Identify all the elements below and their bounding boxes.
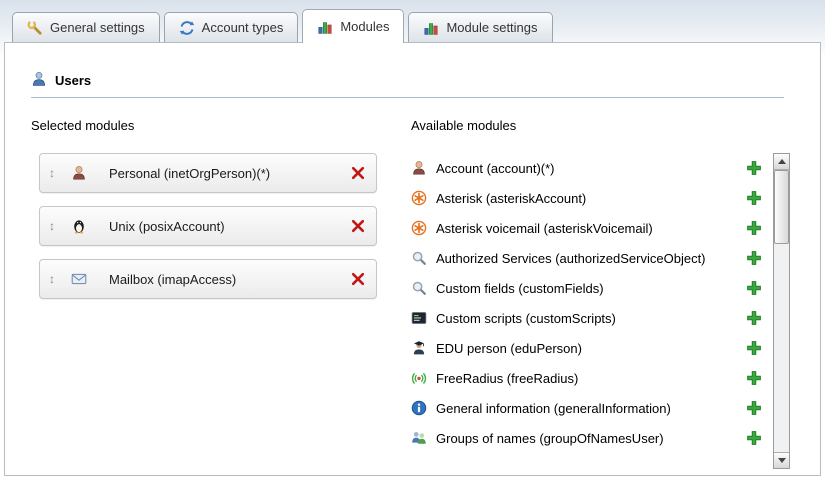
selected-module-row[interactable]: ↕ Unix (posixAccount): [39, 206, 377, 246]
add-module-button[interactable]: [746, 430, 762, 446]
available-module-label: General information (generalInformation): [436, 401, 671, 416]
mail-icon: [71, 271, 87, 287]
modules-panel: Users Selected modules ↕ Personal (inetO…: [4, 42, 821, 476]
available-module-label: Authorized Services (authorizedServiceOb…: [436, 251, 706, 266]
available-module-row: FreeRadius (freeRadius): [411, 363, 765, 393]
available-module-label: Custom scripts (customScripts): [436, 311, 616, 326]
magnifier-icon: [411, 280, 427, 296]
magnifier-icon: [411, 250, 427, 266]
add-module-button[interactable]: [746, 160, 762, 176]
add-module-button[interactable]: [746, 250, 762, 266]
modules-columns: Selected modules ↕ Personal (inetOrgPers…: [31, 118, 790, 469]
add-module-button[interactable]: [746, 340, 762, 356]
available-module-label: Custom fields (customFields): [436, 281, 604, 296]
terminal-icon: [411, 310, 427, 326]
available-module-label: Account (account)(*): [436, 161, 555, 176]
penguin-icon: [71, 218, 87, 234]
section-title: Users: [55, 73, 91, 88]
available-module-label: FreeRadius (freeRadius): [436, 371, 578, 386]
chart-icon: [317, 19, 333, 35]
refresh-icon: [179, 20, 195, 36]
remove-module-button[interactable]: [350, 218, 366, 234]
available-modules-column: Available modules Account (account)(*) A…: [411, 118, 790, 469]
wrench-icon: [27, 20, 43, 36]
selected-modules-heading: Selected modules: [31, 118, 383, 133]
tab-label: Modules: [340, 19, 389, 34]
available-module-row: Custom fields (customFields): [411, 273, 765, 303]
selected-module-label: Personal (inetOrgPerson)(*): [109, 166, 350, 181]
available-module-row: Asterisk voicemail (asteriskVoicemail): [411, 213, 765, 243]
scrollbar-track[interactable]: [774, 170, 789, 452]
info-icon: [411, 400, 427, 416]
selected-modules-list: ↕ Personal (inetOrgPerson)(*) ↕ Unix (po…: [31, 153, 383, 299]
selected-module-row[interactable]: ↕ Mailbox (imapAccess): [39, 259, 377, 299]
users-icon: [31, 71, 47, 90]
add-module-button[interactable]: [746, 400, 762, 416]
account-type-section-header: Users: [31, 71, 784, 98]
tab-label: Module settings: [446, 20, 537, 35]
tab-module-settings[interactable]: Module settings: [408, 12, 552, 42]
available-module-label: Asterisk (asteriskAccount): [436, 191, 586, 206]
asterisk-icon: [411, 190, 427, 206]
triangle-down-icon: [778, 458, 786, 463]
edu-person-icon: [411, 340, 427, 356]
tab-modules[interactable]: Modules: [302, 9, 404, 43]
scrollbar-thumb[interactable]: [774, 170, 789, 244]
radius-icon: [411, 370, 427, 386]
add-module-button[interactable]: [746, 310, 762, 326]
available-modules-heading: Available modules: [411, 118, 790, 133]
user-icon: [411, 160, 427, 176]
scroll-down-button[interactable]: [774, 452, 789, 468]
available-modules-area: Account (account)(*) Asterisk (asteriskA…: [411, 153, 790, 469]
add-module-button[interactable]: [746, 280, 762, 296]
chart-icon: [423, 20, 439, 36]
selected-module-row[interactable]: ↕ Personal (inetOrgPerson)(*): [39, 153, 377, 193]
drag-handle-icon[interactable]: ↕: [49, 272, 62, 286]
available-module-row: Groups of names (groupOfNamesUser): [411, 423, 765, 453]
drag-handle-icon[interactable]: ↕: [49, 166, 62, 180]
available-module-row: EDU person (eduPerson): [411, 333, 765, 363]
user-icon: [71, 165, 87, 181]
scroll-up-button[interactable]: [774, 154, 789, 170]
tab-label: General settings: [50, 20, 145, 35]
remove-module-button[interactable]: [350, 165, 366, 181]
tab-general-settings[interactable]: General settings: [12, 12, 160, 42]
add-module-button[interactable]: [746, 190, 762, 206]
selected-module-label: Unix (posixAccount): [109, 219, 350, 234]
add-module-button[interactable]: [746, 370, 762, 386]
lam-configuration-page: General settings Account types Modules M…: [0, 0, 825, 476]
add-module-button[interactable]: [746, 220, 762, 236]
available-modules-list: Account (account)(*) Asterisk (asteriskA…: [411, 153, 765, 453]
asterisk-icon: [411, 220, 427, 236]
available-module-label: EDU person (eduPerson): [436, 341, 582, 356]
available-module-row: Authorized Services (authorizedServiceOb…: [411, 243, 765, 273]
tab-account-types[interactable]: Account types: [164, 12, 299, 42]
available-module-row: Custom scripts (customScripts): [411, 303, 765, 333]
selected-module-label: Mailbox (imapAccess): [109, 272, 350, 287]
available-module-label: Asterisk voicemail (asteriskVoicemail): [436, 221, 653, 236]
drag-handle-icon[interactable]: ↕: [49, 219, 62, 233]
available-module-label: Groups of names (groupOfNamesUser): [436, 431, 664, 446]
remove-module-button[interactable]: [350, 271, 366, 287]
group-icon: [411, 430, 427, 446]
available-module-row: Account (account)(*): [411, 153, 765, 183]
tab-bar: General settings Account types Modules M…: [0, 0, 825, 42]
available-module-row: Asterisk (asteriskAccount): [411, 183, 765, 213]
tab-label: Account types: [202, 20, 284, 35]
selected-modules-column: Selected modules ↕ Personal (inetOrgPers…: [31, 118, 383, 469]
available-module-row: General information (generalInformation): [411, 393, 765, 423]
scrollbar[interactable]: [773, 153, 790, 469]
triangle-up-icon: [778, 159, 786, 164]
